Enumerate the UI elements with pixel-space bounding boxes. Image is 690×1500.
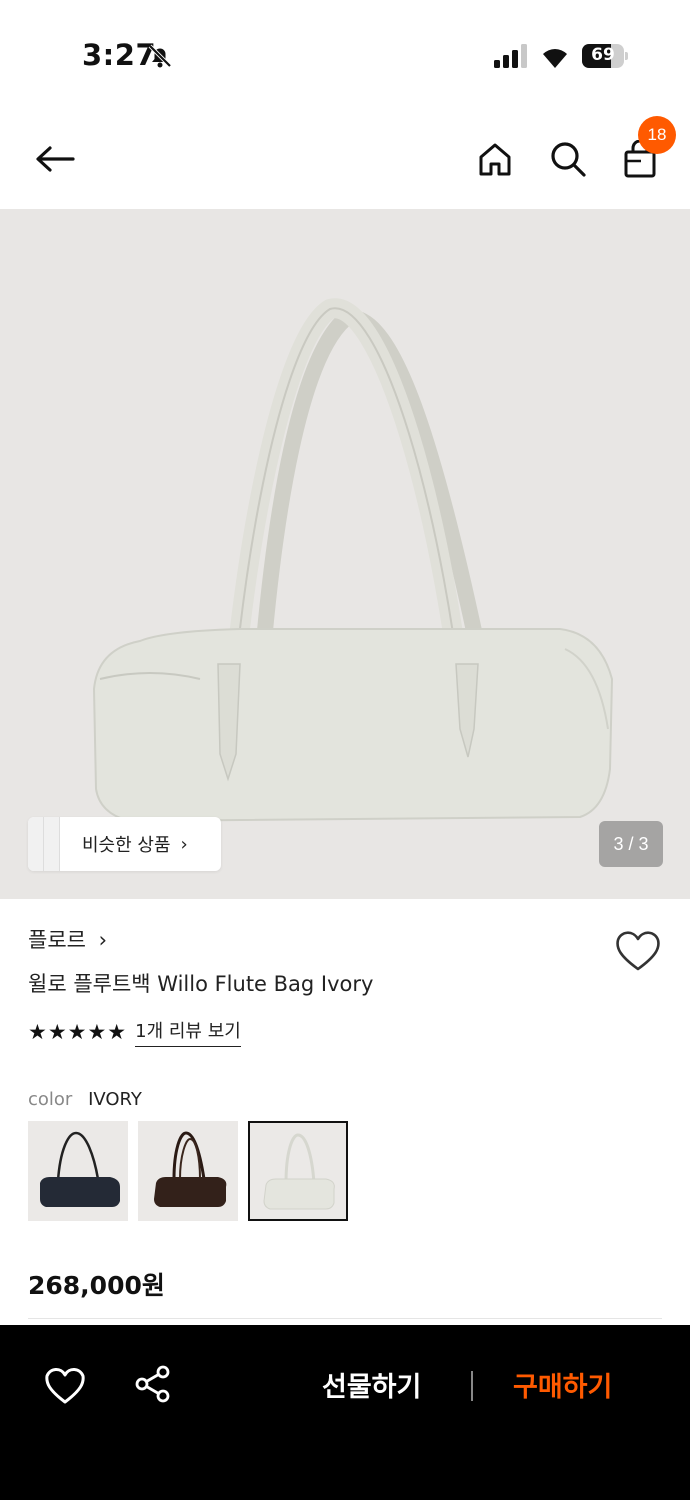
rating-row: ★★★★★ 1개 리뷰 보기 — [28, 1017, 241, 1047]
color-value: IVORY — [88, 1089, 142, 1110]
product-title: 윌로 플루트백 Willo Flute Bag Ivory — [28, 972, 374, 996]
cart-count-badge: 18 — [638, 116, 676, 154]
review-link[interactable]: 1개 리뷰 보기 — [135, 1017, 241, 1047]
brand-name: 플로르 — [28, 928, 86, 952]
similar-products-label: 비슷한 상품 — [82, 835, 171, 856]
product-image — [92, 298, 614, 823]
gift-button[interactable]: 선물하기 — [322, 1365, 421, 1404]
search-button[interactable] — [543, 134, 593, 184]
similar-products-button[interactable]: 비슷한 상품 › — [28, 817, 221, 871]
cellular-signal-icon — [494, 44, 527, 68]
color-swatches — [28, 1121, 358, 1221]
divider — [28, 1318, 662, 1319]
bottom-action-bar: 선물하기 구매하기 — [0, 1325, 690, 1500]
wishlist-button-heart-icon[interactable] — [44, 1365, 86, 1405]
bottom-divider — [471, 1371, 473, 1401]
back-arrow-icon — [36, 146, 75, 172]
product-image-carousel[interactable]: 비슷한 상품 › 3 / 3 — [0, 209, 690, 899]
chevron-right-icon: › — [98, 928, 108, 952]
rating-stars: ★★★★★ — [28, 1020, 128, 1044]
home-button[interactable] — [470, 134, 520, 184]
wishlist-heart-icon[interactable] — [614, 928, 662, 972]
swatch-ivory-selected[interactable] — [248, 1121, 348, 1221]
back-button[interactable] — [30, 134, 80, 184]
status-bar: 3:27 69 — [0, 0, 690, 110]
top-nav — [0, 110, 690, 208]
swatch-brown[interactable] — [138, 1121, 238, 1221]
brown-bag-thumbnail — [154, 1131, 227, 1207]
home-icon — [479, 143, 511, 176]
buy-button[interactable]: 구매하기 — [513, 1365, 612, 1404]
battery-indicator: 69 — [582, 44, 628, 68]
color-key: color — [28, 1089, 73, 1110]
ivory-bag-thumbnail — [263, 1133, 335, 1210]
swatch-navy[interactable] — [28, 1121, 128, 1221]
bell-slash-icon — [148, 44, 172, 68]
search-icon — [551, 142, 586, 177]
product-price: 268,000원 — [28, 1271, 165, 1300]
brand-link[interactable]: 플로르 › — [28, 924, 107, 954]
color-option-label: color IVORY — [28, 1089, 142, 1110]
image-pager: 3 / 3 — [599, 821, 663, 867]
wifi-icon — [543, 49, 567, 68]
chevron-right-icon: › — [180, 833, 188, 855]
navy-bag-thumbnail — [40, 1131, 120, 1207]
share-icon[interactable] — [134, 1365, 172, 1403]
similar-thumbnails — [28, 817, 62, 871]
battery-level: 69 — [591, 45, 615, 65]
